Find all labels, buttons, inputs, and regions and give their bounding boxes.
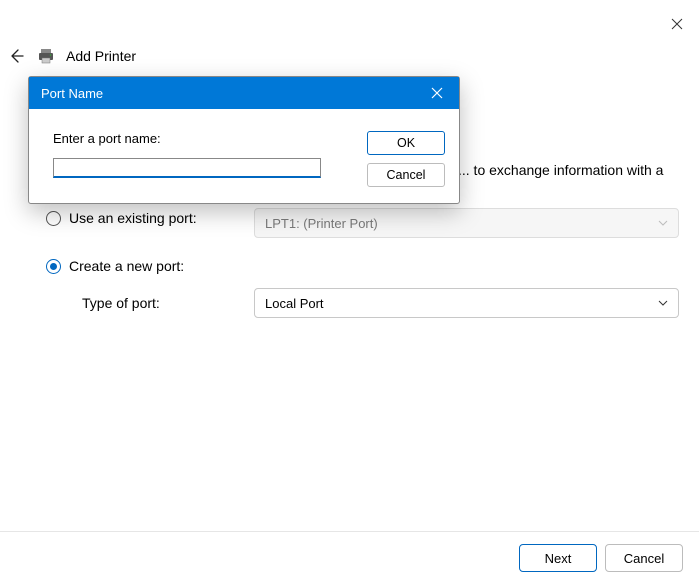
radio-unchecked-icon [46,211,61,226]
cancel-button[interactable]: Cancel [605,544,683,572]
back-button[interactable] [6,46,26,66]
radio-checked-icon [46,259,61,274]
dialog-cancel-button[interactable]: Cancel [367,163,445,187]
port-name-dialog: Port Name Enter a port name: OK Cancel [28,76,460,204]
window-close-button[interactable] [667,14,687,34]
wizard-title: Add Printer [66,48,136,64]
printer-icon [36,46,56,66]
dialog-title: Port Name [41,86,103,101]
dialog-close-button[interactable] [427,83,447,103]
type-of-port-label: Type of port: [82,295,160,311]
close-icon [671,18,683,30]
chevron-down-icon [658,216,668,231]
chevron-down-icon [658,296,668,311]
back-arrow-icon [8,48,24,64]
create-new-port-option[interactable]: Create a new port: [46,258,184,274]
wizard-header: Add Printer [6,46,136,66]
type-of-port-value: Local Port [265,296,324,311]
port-name-label: Enter a port name: [53,131,349,146]
wizard-footer: Next Cancel [0,531,699,572]
close-icon [431,87,443,99]
dialog-titlebar: Port Name [29,77,459,109]
existing-port-dropdown: LPT1: (Printer Port) [254,208,679,238]
type-of-port-dropdown[interactable]: Local Port [254,288,679,318]
ok-button[interactable]: OK [367,131,445,155]
create-new-port-label: Create a new port: [69,258,184,274]
port-name-input[interactable] [53,158,321,178]
existing-port-value: LPT1: (Printer Port) [265,216,378,231]
page-description-fragment: ... to exchange information with a [458,162,681,178]
use-existing-port-label: Use an existing port: [69,210,197,226]
next-button[interactable]: Next [519,544,597,572]
